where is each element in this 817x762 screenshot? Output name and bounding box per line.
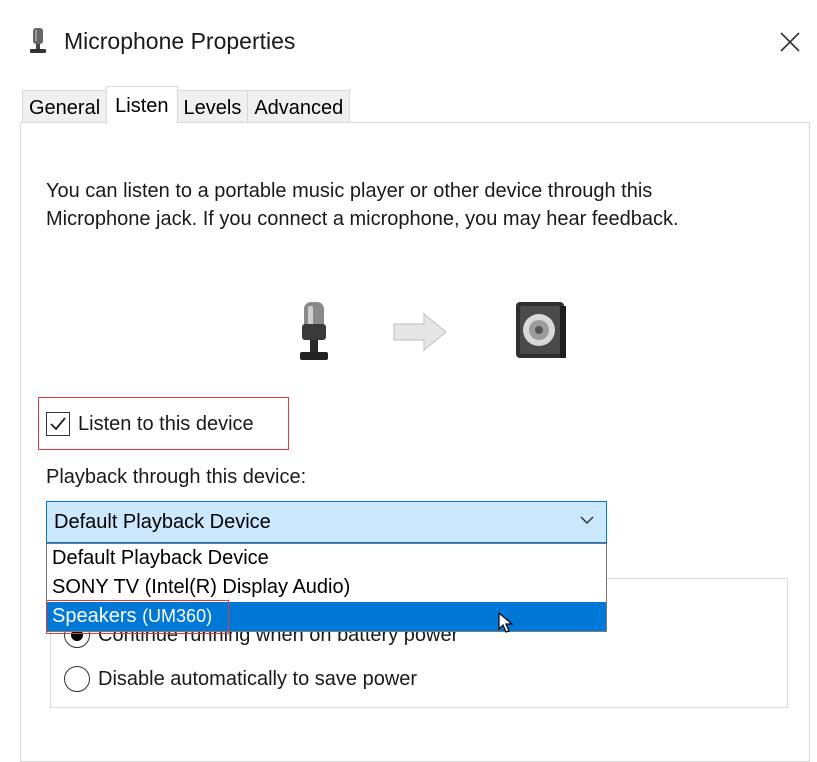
option-name: Default Playback Device — [52, 547, 269, 569]
arrow-right-icon — [393, 312, 447, 352]
checkmark-icon — [50, 417, 66, 431]
device-flow-illustration — [300, 302, 566, 360]
window-title: Microphone Properties — [64, 28, 296, 54]
close-icon — [780, 32, 800, 52]
listen-to-device-checkbox[interactable] — [46, 412, 70, 436]
option-sony-tv[interactable]: SONY TV (Intel(R) Display Audio) — [47, 573, 606, 602]
option-default-playback-device[interactable]: Default Playback Device — [47, 544, 606, 573]
option-model: (UM360) — [142, 606, 213, 626]
description-line-1: You can listen to a portable music playe… — [46, 180, 653, 202]
microphone-properties-dialog: Microphone Properties General Listen Lev… — [0, 0, 817, 762]
speaker-icon — [516, 302, 566, 358]
listen-to-device-label: Listen to this device — [78, 412, 254, 435]
radio-disable-automatically[interactable] — [64, 666, 90, 692]
radio-disable-automatically-label: Disable automatically to save power — [98, 667, 418, 690]
tab-advanced[interactable]: Advanced — [247, 90, 351, 124]
playback-device-select[interactable]: Default Playback Device — [46, 501, 607, 543]
close-button[interactable] — [770, 22, 810, 62]
playback-device-selected-value: Default Playback Device — [54, 511, 271, 533]
tab-general[interactable]: General — [22, 90, 108, 124]
listen-description: You can listen to a portable music playe… — [46, 177, 766, 233]
radio-disable-automatically-row[interactable]: Disable automatically to save power — [64, 664, 417, 694]
chevron-down-icon — [580, 516, 594, 525]
option-name: SONY TV (Intel(R) Display Audio) — [52, 576, 351, 598]
title-bar: Microphone Properties — [0, 0, 817, 80]
tab-strip: General Listen Levels Advanced — [22, 84, 351, 124]
microphone-icon — [30, 28, 46, 53]
option-name: Speakers — [52, 605, 137, 627]
playback-device-label: Playback through this device: — [46, 466, 307, 488]
description-line-2: Microphone jack. If you connect a microp… — [46, 208, 679, 230]
tab-listen[interactable]: Listen — [106, 86, 178, 124]
listen-to-device-checkbox-row[interactable]: Listen to this device — [46, 407, 254, 441]
option-speakers-um360[interactable]: Speakers (UM360) — [47, 602, 606, 631]
tab-levels[interactable]: Levels — [176, 90, 249, 124]
microphone-icon — [300, 302, 328, 360]
mouse-pointer-icon — [498, 612, 514, 633]
playback-device-dropdown-list: Default Playback Device SONY TV (Intel(R… — [46, 543, 607, 632]
